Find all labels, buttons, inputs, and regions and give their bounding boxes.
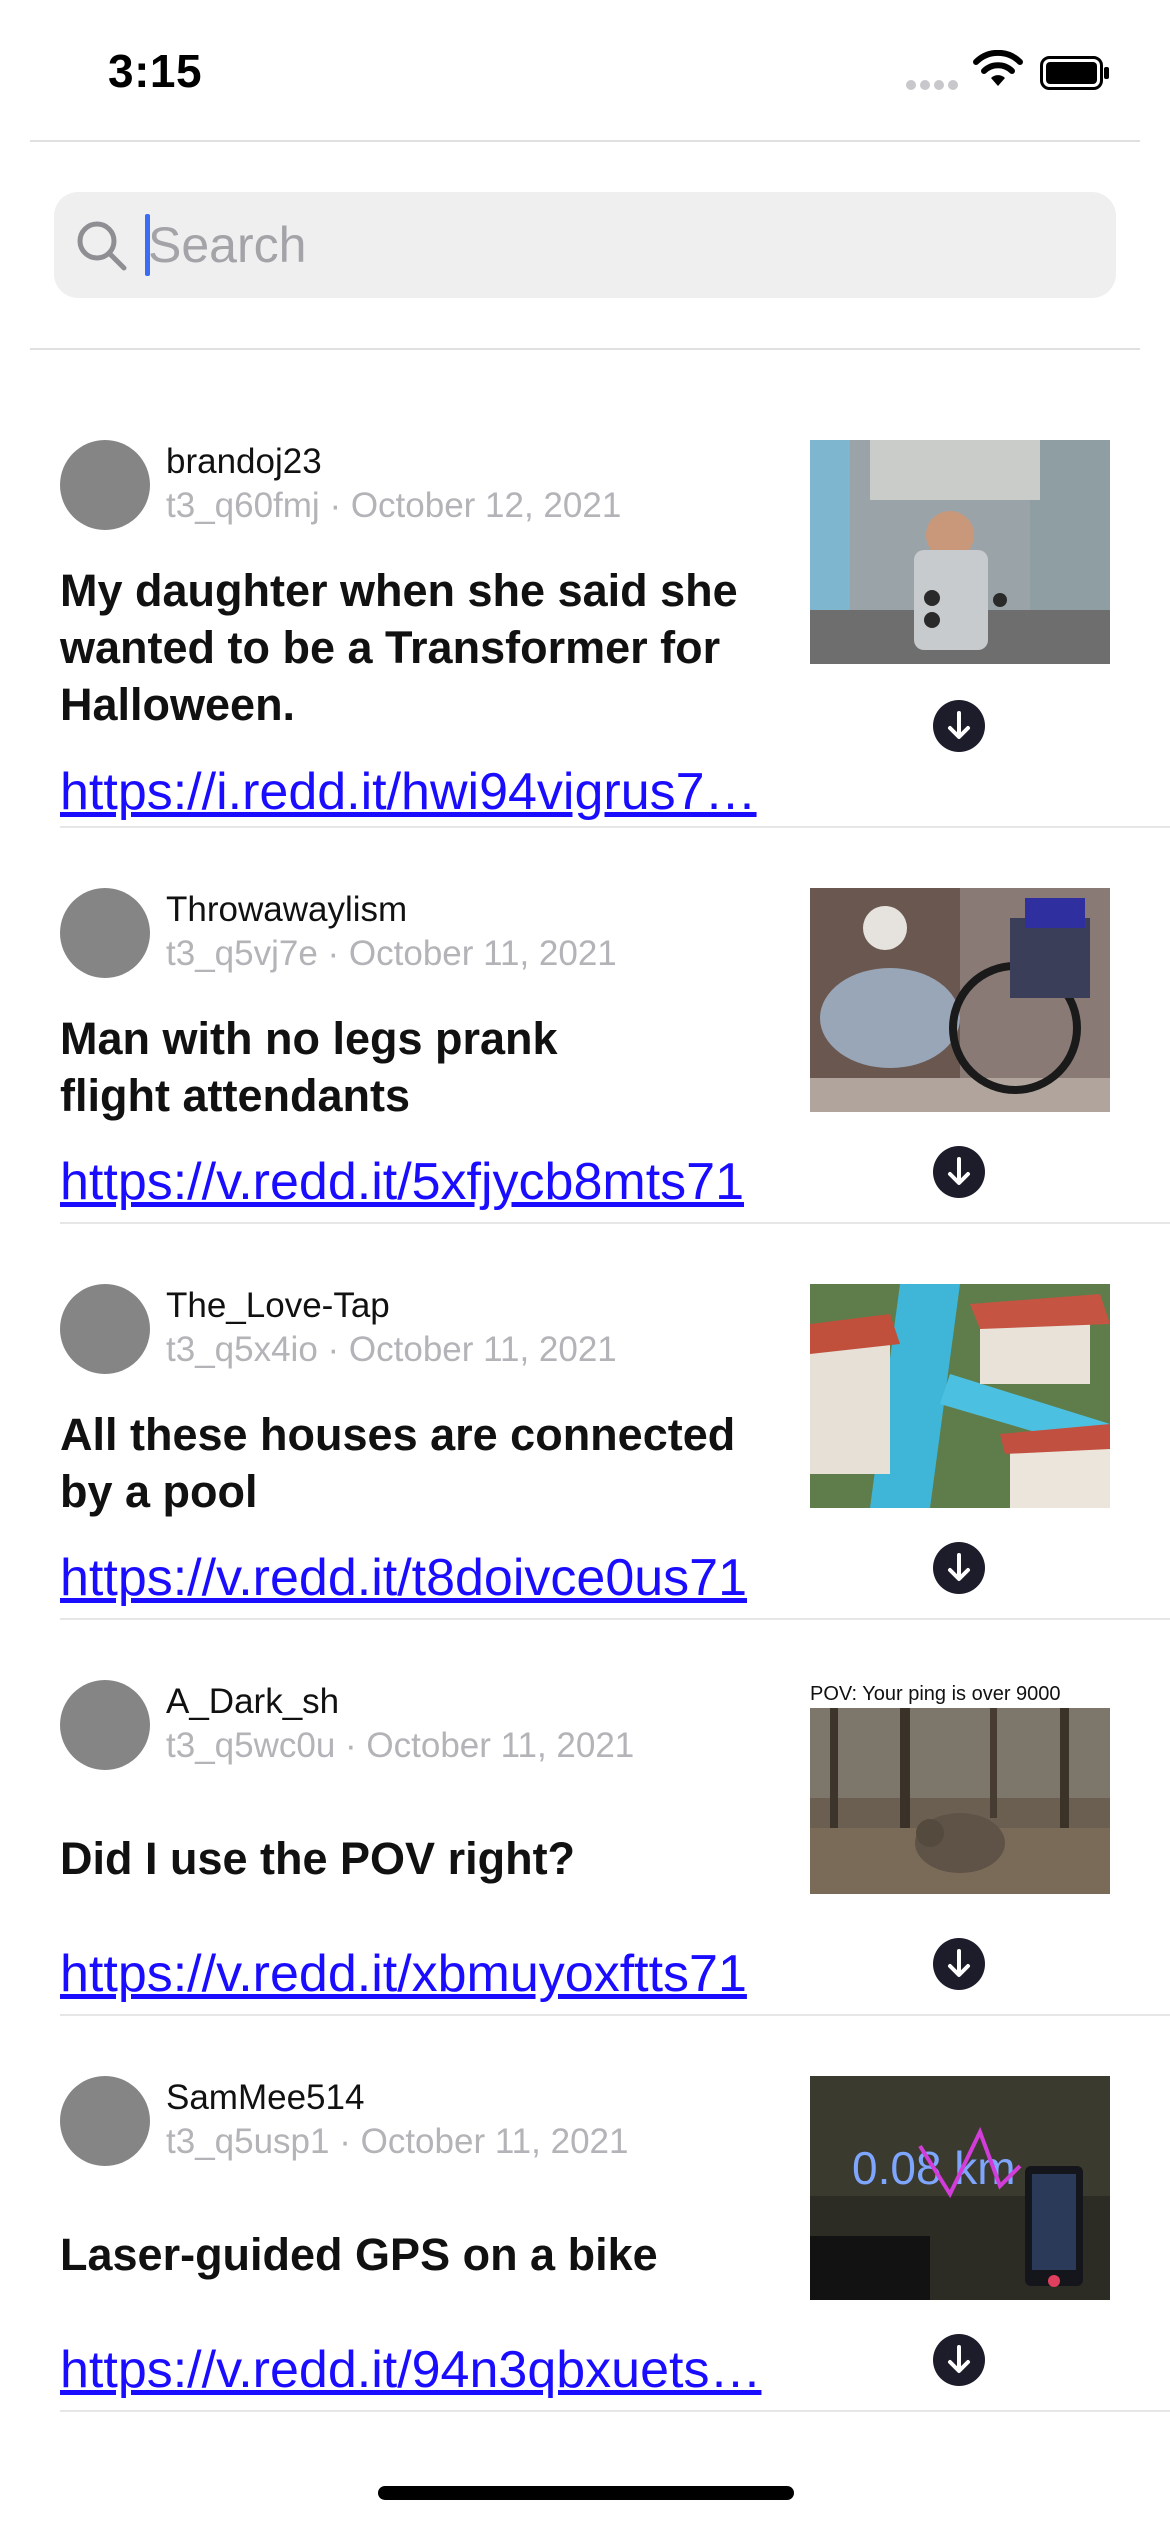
post-link[interactable]: https://v.redd.it/xbmuyoxftts71 [60, 1944, 796, 2004]
post-date: October 12, 2021 [350, 486, 622, 525]
post-thumbnail[interactable]: 0.08 km [810, 2076, 1110, 2300]
wifi-icon [973, 50, 1023, 86]
post-meta: t3_q5x4io · October 11, 2021 [166, 1330, 617, 1369]
search-divider [30, 348, 1140, 350]
thumbnail-caption: POV: Your ping is over 9000 [810, 1683, 1061, 1705]
header-divider [30, 140, 1140, 142]
post-row[interactable]: The_Love-Tap t3_q5x4io · October 11, 202… [0, 1264, 1170, 1620]
post-id: t3_q5usp1 [166, 2122, 330, 2161]
post-author: A_Dark_sh [166, 1682, 340, 1721]
row-divider [60, 826, 1170, 828]
post-thumbnail[interactable] [810, 1284, 1110, 1508]
post-date: October 11, 2021 [366, 1726, 635, 1765]
home-indicator[interactable] [378, 2486, 794, 2500]
post-thumbnail[interactable] [810, 888, 1110, 1112]
status-time: 3:15 [108, 45, 203, 97]
download-icon[interactable] [933, 2334, 985, 2386]
post-author: SamMee514 [166, 2078, 365, 2117]
post-id: t3_q60fmj [166, 486, 320, 525]
post-thumbnail[interactable]: POV: Your ping is over 9000 [810, 1680, 1110, 1904]
search-icon [77, 221, 127, 271]
post-title: My daughter when she said she wanted to … [60, 565, 738, 730]
post-row[interactable]: SamMee514 t3_q5usp1 · October 11, 2021 L… [0, 2056, 1170, 2414]
row-divider [60, 1618, 1170, 1620]
avatar [60, 440, 150, 530]
avatar [60, 1284, 150, 1374]
post-link[interactable]: https://i.redd.it/hwi94vigrus7… [60, 762, 796, 822]
post-link[interactable]: https://v.redd.it/94n3qbxuets… [60, 2340, 796, 2400]
post-author: Throwawaylism [166, 890, 408, 929]
avatar [60, 888, 150, 978]
download-icon[interactable] [933, 1938, 985, 1990]
post-id: t3_q5vj7e [166, 934, 318, 973]
post-title: Laser-guided GPS on a bike [60, 2229, 658, 2280]
post-id: t3_q5wc0u [166, 1726, 336, 1765]
search-input[interactable] [144, 210, 1088, 280]
download-icon[interactable] [933, 1146, 985, 1198]
avatar [60, 1680, 150, 1770]
row-divider [60, 1222, 1170, 1224]
post-meta: t3_q5vj7e · October 11, 2021 [166, 934, 617, 973]
post-link[interactable]: https://v.redd.it/5xfjycb8mts71 [60, 1152, 796, 1212]
text-cursor [145, 214, 150, 276]
post-link[interactable]: https://v.redd.it/t8doivce0us71 [60, 1548, 796, 1608]
post-title: Man with no legs prank flight attendants [60, 1013, 558, 1121]
status-bar: 3:15 [0, 0, 1170, 140]
row-divider [60, 2014, 1170, 2016]
download-icon[interactable] [933, 1542, 985, 1594]
post-date: October 11, 2021 [348, 1330, 617, 1369]
post-author: The_Love-Tap [166, 1286, 390, 1325]
post-meta: t3_q60fmj · October 12, 2021 [166, 486, 622, 525]
post-title: All these houses are connected by a pool [60, 1409, 736, 1517]
signal-dots-icon [906, 80, 960, 94]
post-row[interactable]: Throwawaylism t3_q5vj7e · October 11, 20… [0, 868, 1170, 1224]
post-date: October 11, 2021 [360, 2122, 629, 2161]
post-title: Did I use the POV right? [60, 1833, 576, 1884]
post-author: brandoj23 [166, 442, 322, 481]
download-icon[interactable] [933, 700, 985, 752]
post-row[interactable]: A_Dark_sh t3_q5wc0u · October 11, 2021 D… [0, 1660, 1170, 2016]
post-thumbnail[interactable] [810, 440, 1110, 664]
battery-icon [1040, 56, 1109, 90]
post-date: October 11, 2021 [348, 934, 617, 973]
post-id: t3_q5x4io [166, 1330, 318, 1369]
avatar [60, 2076, 150, 2166]
post-meta: t3_q5wc0u · October 11, 2021 [166, 1726, 635, 1765]
search-bar[interactable] [54, 192, 1116, 298]
post-row[interactable]: brandoj23 t3_q60fmj · October 12, 2021 M… [0, 420, 1170, 830]
post-meta: t3_q5usp1 · October 11, 2021 [166, 2122, 629, 2161]
row-divider [60, 2410, 1170, 2412]
